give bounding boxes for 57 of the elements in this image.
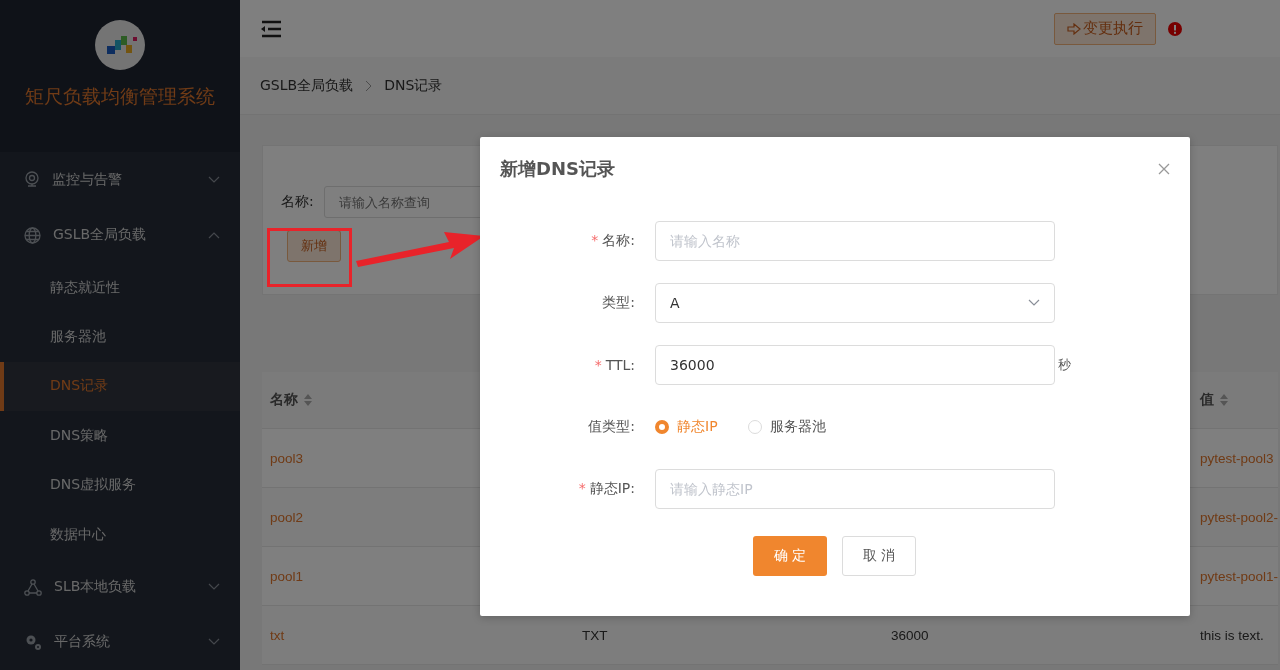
add-button[interactable]: 新增 [287, 230, 341, 262]
gears-icon [24, 633, 42, 652]
chevron-up-icon [208, 231, 220, 240]
execute-button[interactable]: 变更执行 [1054, 12, 1157, 45]
column-header[interactable]: 名称 [270, 391, 582, 409]
dialog-title: 新增DNS记录 [500, 157, 615, 181]
cancel-button[interactable]: 取 消 [842, 536, 916, 576]
breadcrumb-item[interactable]: GSLB全局负载 [260, 76, 354, 95]
breadcrumb-item: DNS记录 [384, 76, 443, 95]
chevron-down-icon [208, 638, 220, 647]
sort-icon[interactable] [1220, 394, 1228, 406]
field-label: * TTL: [593, 357, 636, 373]
submenu-item[interactable]: 静态就近性 [0, 263, 240, 313]
menu-item[interactable]: 平台系统 [0, 614, 240, 670]
radio-option[interactable]: 静态IP [655, 418, 718, 436]
column-header[interactable]: 值 [1200, 391, 1279, 409]
network-icon [24, 578, 42, 596]
chevron-down-icon [208, 583, 220, 591]
text-field[interactable]: 36000 [655, 345, 1055, 385]
logo-icon [95, 20, 145, 70]
text-field[interactable]: 请输入静态IP [655, 469, 1055, 509]
globe-icon [24, 226, 41, 244]
chevron-down-icon [1028, 299, 1040, 307]
app-title: 矩尺负载均衡管理系统 [25, 84, 215, 109]
table-cell[interactable]: pytest-pool2- [1200, 509, 1279, 525]
filter-label: 名称: [281, 193, 314, 211]
table-cell[interactable]: pytest-pool1- [1200, 568, 1279, 584]
pin-icon [24, 171, 40, 190]
chevron-down-icon [208, 176, 220, 185]
sort-icon[interactable] [304, 394, 312, 406]
alert-icon[interactable] [1168, 21, 1183, 36]
submenu-item[interactable]: DNS策略 [0, 411, 240, 461]
submenu-item[interactable]: DNS虚拟服务 [0, 460, 240, 510]
menu-item[interactable]: GSLB全局负载 [0, 207, 240, 263]
menu-item[interactable]: 监控与告警 [0, 152, 240, 208]
confirm-button[interactable]: 确 定 [753, 536, 827, 576]
text-field[interactable]: 请输入名称 [655, 221, 1055, 261]
table-cell-text: this is text. [1200, 627, 1265, 643]
table-cell[interactable]: pytest-pool3 [1200, 450, 1279, 466]
table-cell-text: TXT [582, 627, 609, 643]
arrow-icon [1067, 22, 1082, 35]
submenu-item[interactable]: 服务器池 [0, 312, 240, 362]
table-cell[interactable]: txt [270, 627, 582, 643]
unit-label: 秒 [1058, 356, 1071, 374]
type-select[interactable]: A [655, 283, 1055, 323]
submenu-item[interactable]: 数据中心 [0, 509, 240, 560]
radio-option[interactable]: 服务器池 [747, 418, 826, 436]
menu-item[interactable]: SLB本地负载 [0, 559, 240, 615]
menu-icon[interactable] [260, 19, 282, 38]
submenu-item[interactable]: DNS记录 [0, 361, 240, 412]
chevron-right-icon [365, 79, 373, 92]
field-label: 类型: [601, 294, 636, 312]
table-cell-text: 36000 [891, 627, 930, 643]
field-label: * 名称: [590, 232, 636, 250]
field-label: * 静态IP: [577, 480, 636, 498]
close-icon[interactable] [1158, 163, 1170, 175]
field-label: 值类型: [587, 418, 636, 436]
